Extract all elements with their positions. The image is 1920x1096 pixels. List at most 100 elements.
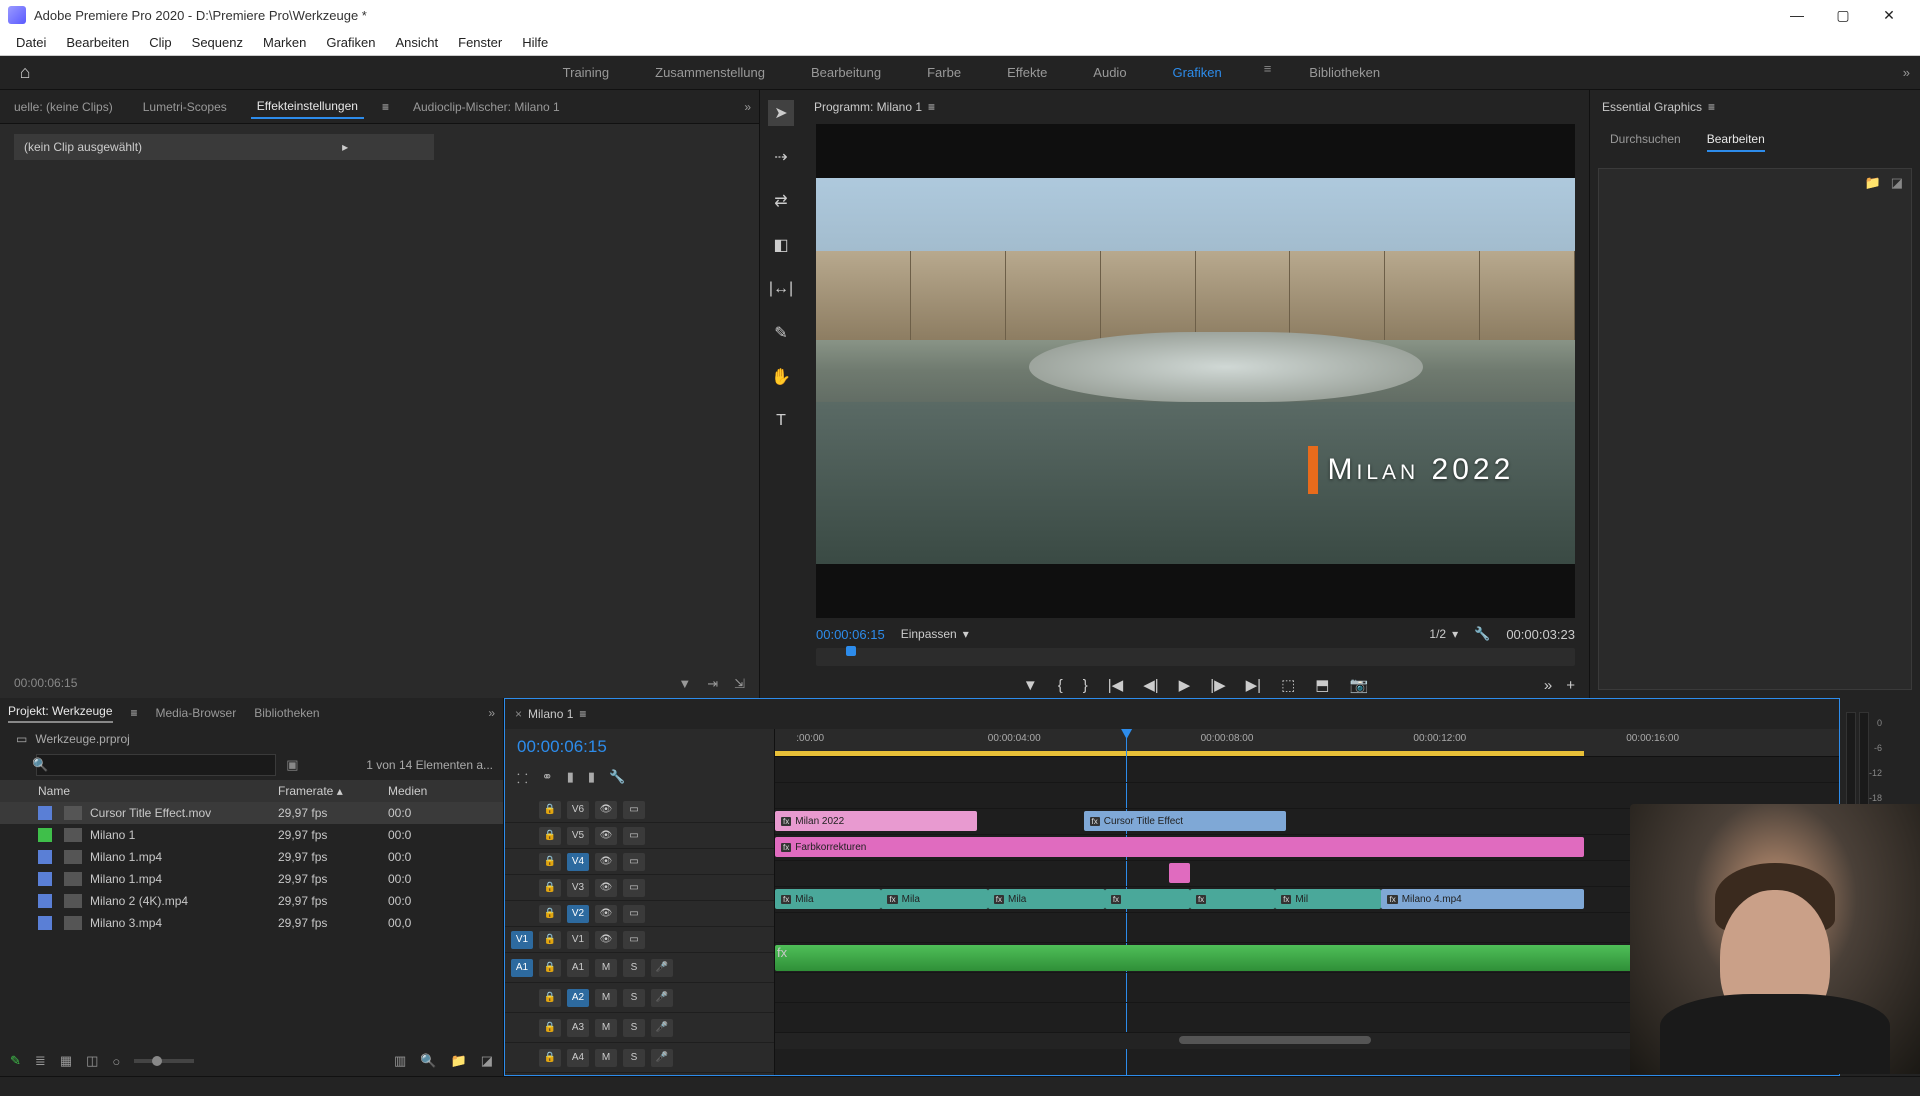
solo-button[interactable]: S bbox=[623, 959, 645, 977]
target-track-button[interactable]: A3 bbox=[567, 1019, 589, 1037]
project-tab-menu-icon[interactable]: ≡ bbox=[131, 706, 138, 720]
project-item-row[interactable]: Cursor Title Effect.mov29,97 fps00:0 bbox=[0, 802, 503, 824]
workspace-menu-icon[interactable]: ≡ bbox=[1264, 61, 1272, 84]
project-item-row[interactable]: Milano 1.mp429,97 fps00:0 bbox=[0, 846, 503, 868]
target-track-button[interactable]: V4 bbox=[567, 853, 589, 871]
voiceover-button[interactable]: 🎤 bbox=[651, 959, 673, 977]
program-menu-icon[interactable]: ≡ bbox=[928, 100, 935, 114]
essential-menu-icon[interactable]: ≡ bbox=[1708, 100, 1715, 114]
lock-track-button[interactable]: 🔒 bbox=[539, 905, 561, 923]
linked-selection-icon[interactable]: ⚭ bbox=[542, 769, 553, 787]
hand-tool-icon[interactable]: ✋ bbox=[768, 364, 794, 390]
icon-view-icon[interactable]: ▦ bbox=[60, 1053, 72, 1069]
playback-quality-select[interactable]: 1/2▾ bbox=[1429, 627, 1458, 641]
overwrite-icon[interactable]: ⇲ bbox=[734, 676, 745, 692]
timeline-clip[interactable]: fxMilan 2022 bbox=[775, 811, 977, 831]
minimize-button[interactable]: — bbox=[1774, 0, 1820, 30]
tab-durchsuchen[interactable]: Durchsuchen bbox=[1610, 132, 1681, 152]
project-tabs-overflow-icon[interactable]: » bbox=[488, 706, 495, 720]
lock-track-button[interactable]: 🔒 bbox=[539, 989, 561, 1007]
sync-lock-button[interactable]: ▭ bbox=[623, 827, 645, 845]
ripple-edit-tool-icon[interactable]: ⇄ bbox=[768, 188, 794, 214]
source-patch-button[interactable]: V1 bbox=[511, 931, 533, 949]
step-back-button[interactable]: ◀| bbox=[1143, 676, 1158, 694]
project-item-row[interactable]: Milano 3.mp429,97 fps00,0 bbox=[0, 912, 503, 934]
close-button[interactable]: ✕ bbox=[1866, 0, 1912, 30]
step-forward-button[interactable]: |▶ bbox=[1210, 676, 1225, 694]
add-marker-button[interactable]: ▼ bbox=[1023, 677, 1038, 694]
voiceover-button[interactable]: 🎤 bbox=[651, 1049, 673, 1067]
target-track-button[interactable]: A1 bbox=[567, 959, 589, 977]
timeline-clip[interactable] bbox=[1169, 863, 1190, 883]
mark-out-button[interactable]: } bbox=[1083, 677, 1088, 694]
program-monitor[interactable]: Milan 2022 bbox=[816, 124, 1575, 618]
column-media[interactable]: Medien bbox=[388, 784, 495, 798]
column-name[interactable]: Name bbox=[8, 784, 278, 798]
timeline-clip[interactable]: fx bbox=[1190, 889, 1275, 909]
play-button[interactable]: ▶ bbox=[1179, 676, 1191, 694]
close-sequence-icon[interactable]: × bbox=[515, 707, 522, 721]
insert-icon[interactable]: ⇥ bbox=[707, 676, 718, 692]
mute-button[interactable]: M bbox=[595, 1049, 617, 1067]
workspace-bearbeitung[interactable]: Bearbeitung bbox=[803, 61, 889, 84]
new-item-icon[interactable]: ◪ bbox=[481, 1053, 493, 1069]
toggle-output-button[interactable]: 👁 bbox=[595, 827, 617, 845]
zoom-out-icon[interactable]: ○ bbox=[112, 1054, 120, 1069]
workspace-effekte[interactable]: Effekte bbox=[999, 61, 1055, 84]
tab-media-browser[interactable]: Media-Browser bbox=[156, 706, 237, 720]
mute-button[interactable]: M bbox=[595, 1019, 617, 1037]
menu-datei[interactable]: Datei bbox=[6, 32, 56, 53]
toggle-output-button[interactable]: 👁 bbox=[595, 905, 617, 923]
timeline-clip[interactable]: fxCursor Title Effect bbox=[1084, 811, 1286, 831]
mute-button[interactable]: M bbox=[595, 989, 617, 1007]
lock-track-button[interactable]: 🔒 bbox=[539, 801, 561, 819]
wrench-icon[interactable]: 🔧 bbox=[609, 769, 625, 787]
pencil-icon[interactable]: ✎ bbox=[10, 1053, 21, 1069]
sync-lock-button[interactable]: ▭ bbox=[623, 801, 645, 819]
solo-button[interactable]: S bbox=[623, 989, 645, 1007]
snap-icon[interactable]: ⸬ bbox=[517, 769, 528, 787]
timeline-clip[interactable]: fxMila bbox=[881, 889, 987, 909]
extract-button[interactable]: ⬒ bbox=[1315, 676, 1329, 694]
program-playhead-icon[interactable] bbox=[846, 646, 856, 656]
menu-clip[interactable]: Clip bbox=[139, 32, 181, 53]
essential-graphics-body[interactable]: 📁 ◪ bbox=[1598, 168, 1912, 690]
mute-button[interactable]: M bbox=[595, 959, 617, 977]
track-lane[interactable] bbox=[775, 757, 1839, 783]
target-track-button[interactable]: V5 bbox=[567, 827, 589, 845]
timeline-clip[interactable]: fxFarbkorrekturen bbox=[775, 837, 1584, 857]
solo-button[interactable]: S bbox=[623, 1019, 645, 1037]
new-layer-icon[interactable]: ◪ bbox=[1891, 175, 1903, 191]
column-framerate[interactable]: Framerate ▴ bbox=[278, 784, 388, 798]
track-select-tool-icon[interactable]: ⇢ bbox=[768, 144, 794, 170]
tab-audio-mixer[interactable]: Audioclip-Mischer: Milano 1 bbox=[407, 96, 566, 118]
timeline-clip[interactable]: fxMila bbox=[988, 889, 1105, 909]
source-tabs-overflow-icon[interactable]: » bbox=[744, 100, 751, 114]
timeline-timecode[interactable]: 00:00:06:15 bbox=[505, 729, 774, 765]
sync-lock-button[interactable]: ▭ bbox=[623, 853, 645, 871]
tab-libraries[interactable]: Bibliotheken bbox=[254, 706, 319, 720]
pen-tool-icon[interactable]: ✎ bbox=[768, 320, 794, 346]
sync-lock-button[interactable]: ▭ bbox=[623, 931, 645, 949]
folder-icon[interactable]: 📁 bbox=[1865, 175, 1881, 191]
wrench-icon[interactable]: 🔧 bbox=[1474, 626, 1490, 642]
lock-track-button[interactable]: 🔒 bbox=[539, 1019, 561, 1037]
selection-tool-icon[interactable]: ➤ bbox=[768, 100, 794, 126]
target-track-button[interactable]: V6 bbox=[567, 801, 589, 819]
tab-bearbeiten[interactable]: Bearbeiten bbox=[1707, 132, 1765, 152]
settings-icon[interactable]: ▮ bbox=[588, 769, 595, 787]
mark-in-button[interactable]: { bbox=[1058, 677, 1063, 694]
marker-icon[interactable]: ▮ bbox=[567, 769, 574, 787]
timeline-clip[interactable]: fxMilano 4.mp4 bbox=[1381, 889, 1583, 909]
sync-lock-button[interactable]: ▭ bbox=[623, 905, 645, 923]
project-item-row[interactable]: Milano 129,97 fps00:0 bbox=[0, 824, 503, 846]
tab-project[interactable]: Projekt: Werkzeuge bbox=[8, 704, 113, 723]
tab-effect-controls[interactable]: Effekteinstellungen bbox=[251, 95, 364, 119]
tab-lumetri-scopes[interactable]: Lumetri-Scopes bbox=[137, 96, 233, 118]
toggle-output-button[interactable]: 👁 bbox=[595, 931, 617, 949]
tab-source[interactable]: uelle: (keine Clips) bbox=[8, 96, 119, 118]
toggle-output-button[interactable]: 👁 bbox=[595, 879, 617, 897]
thumbnail-size-slider[interactable] bbox=[134, 1059, 194, 1063]
lock-track-button[interactable]: 🔒 bbox=[539, 827, 561, 845]
menu-bearbeiten[interactable]: Bearbeiten bbox=[56, 32, 139, 53]
